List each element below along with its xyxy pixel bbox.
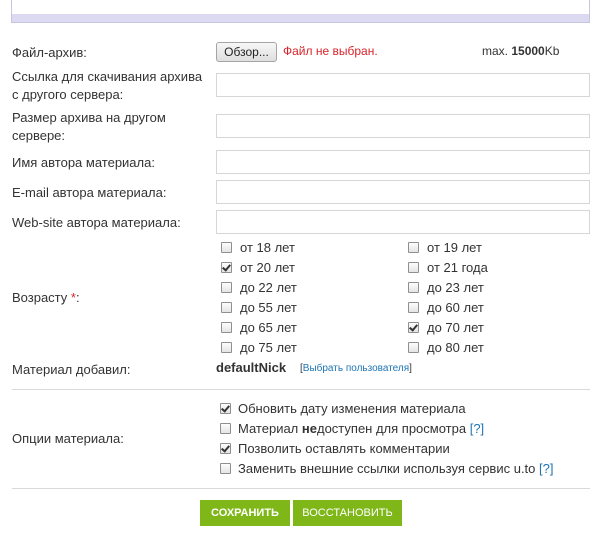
remote-link-label-line1: Ссылка для скачивания архива bbox=[12, 69, 203, 84]
age-option-label: до 55 лет bbox=[240, 300, 297, 315]
remote-link-input[interactable] bbox=[216, 73, 590, 97]
text-area-bottom[interactable] bbox=[11, 0, 590, 23]
unavailable-prefix: Материал bbox=[238, 421, 302, 436]
age-checkbox[interactable] bbox=[221, 242, 232, 253]
divider-bottom bbox=[12, 488, 590, 489]
update-date-label: Обновить дату изменения материала bbox=[238, 401, 466, 416]
update-date-checkbox[interactable] bbox=[220, 403, 231, 414]
age-label-text: Возрасту bbox=[12, 290, 68, 305]
unavailable-bold: не bbox=[301, 421, 317, 436]
age-checkbox[interactable] bbox=[221, 342, 232, 353]
browse-button[interactable]: Обзор... bbox=[216, 42, 277, 62]
age-checkbox[interactable] bbox=[221, 302, 232, 313]
file-status-text: Файл не выбран. bbox=[283, 44, 378, 58]
replace-links-text: Заменить внешние ссылки используя сервис… bbox=[238, 461, 536, 476]
author-site-label: Web-site автора материала: bbox=[12, 215, 181, 230]
age-option-label: от 18 лет bbox=[240, 240, 295, 255]
author-nick: defaultNick bbox=[216, 360, 287, 375]
age-checkbox[interactable] bbox=[221, 282, 232, 293]
unavailable-label: Материал недоступен для просмотра [?] bbox=[238, 420, 484, 438]
allow-comments-checkbox[interactable] bbox=[220, 443, 231, 454]
age-checkbox[interactable] bbox=[408, 262, 419, 273]
age-option-label: до 60 лет bbox=[427, 300, 484, 315]
unavailable-checkbox[interactable] bbox=[220, 423, 231, 434]
file-archive-label: Файл-архив: bbox=[12, 45, 87, 60]
age-label: Возрасту *: bbox=[12, 289, 80, 307]
age-option-label: до 80 лет bbox=[427, 340, 484, 355]
save-button[interactable]: СОХРАНИТЬ bbox=[200, 500, 290, 526]
replace-links-checkbox[interactable] bbox=[220, 463, 231, 474]
author-site-input[interactable] bbox=[216, 210, 590, 234]
options-label: Опции материала: bbox=[12, 431, 124, 446]
age-option-label: от 20 лет bbox=[240, 260, 295, 275]
age-checkbox[interactable] bbox=[221, 262, 232, 273]
age-checkbox[interactable] bbox=[221, 322, 232, 333]
remote-size-input[interactable] bbox=[216, 114, 590, 138]
age-option-label: до 22 лет bbox=[240, 280, 297, 295]
max-size-prefix: max. bbox=[482, 44, 509, 58]
allow-comments-label: Позволить оставлять комментарии bbox=[238, 441, 450, 456]
age-option-label: до 65 лет bbox=[240, 320, 297, 335]
author-name-input[interactable] bbox=[216, 150, 590, 174]
age-option-label: до 23 лет bbox=[427, 280, 484, 295]
replace-links-help-link[interactable]: [?] bbox=[539, 461, 553, 476]
added-by-label: Материал добавил: bbox=[12, 362, 131, 377]
author-email-label: E-mail автора материала: bbox=[12, 185, 167, 200]
age-checkbox[interactable] bbox=[408, 282, 419, 293]
restore-button[interactable]: ВОССТАНОВИТЬ bbox=[293, 500, 402, 526]
author-name-label: Имя автора материала: bbox=[12, 155, 155, 170]
remote-size-label: Размер архива на другом сервере: bbox=[12, 109, 166, 145]
age-checkbox[interactable] bbox=[408, 242, 419, 253]
max-file-size: max. 15000Kb bbox=[482, 44, 559, 58]
age-checkbox[interactable] bbox=[408, 342, 419, 353]
age-checkbox[interactable] bbox=[408, 302, 419, 313]
author-email-input[interactable] bbox=[216, 180, 590, 204]
remote-size-label-line1: Размер архива на другом bbox=[12, 110, 166, 125]
choose-user-link[interactable]: [Выбрать пользователя] bbox=[300, 363, 412, 374]
text-area-scrollbar[interactable] bbox=[12, 14, 589, 22]
replace-links-label: Заменить внешние ссылки используя сервис… bbox=[238, 460, 554, 478]
max-size-value: 15000 bbox=[511, 44, 545, 58]
remote-link-label-line2: с другого сервера: bbox=[12, 87, 124, 102]
unavailable-suffix: доступен для просмотра bbox=[316, 421, 467, 436]
choose-user-bracket-close: ] bbox=[409, 363, 412, 374]
choose-user-text[interactable]: Выбрать пользователя bbox=[303, 363, 409, 374]
remote-size-label-line2: сервере: bbox=[12, 128, 66, 143]
age-label-colon: : bbox=[75, 290, 80, 305]
age-option-label: от 21 года bbox=[427, 260, 488, 275]
age-option-label: до 75 лет bbox=[240, 340, 297, 355]
max-size-unit: Kb bbox=[544, 44, 560, 58]
unavailable-help-link[interactable]: [?] bbox=[470, 421, 484, 436]
age-option-label: до 70 лет bbox=[427, 320, 484, 335]
remote-link-label: Ссылка для скачивания архива с другого с… bbox=[12, 68, 202, 104]
divider-top bbox=[12, 389, 590, 390]
age-option-label: от 19 лет bbox=[427, 240, 482, 255]
age-checkbox[interactable] bbox=[408, 322, 419, 333]
